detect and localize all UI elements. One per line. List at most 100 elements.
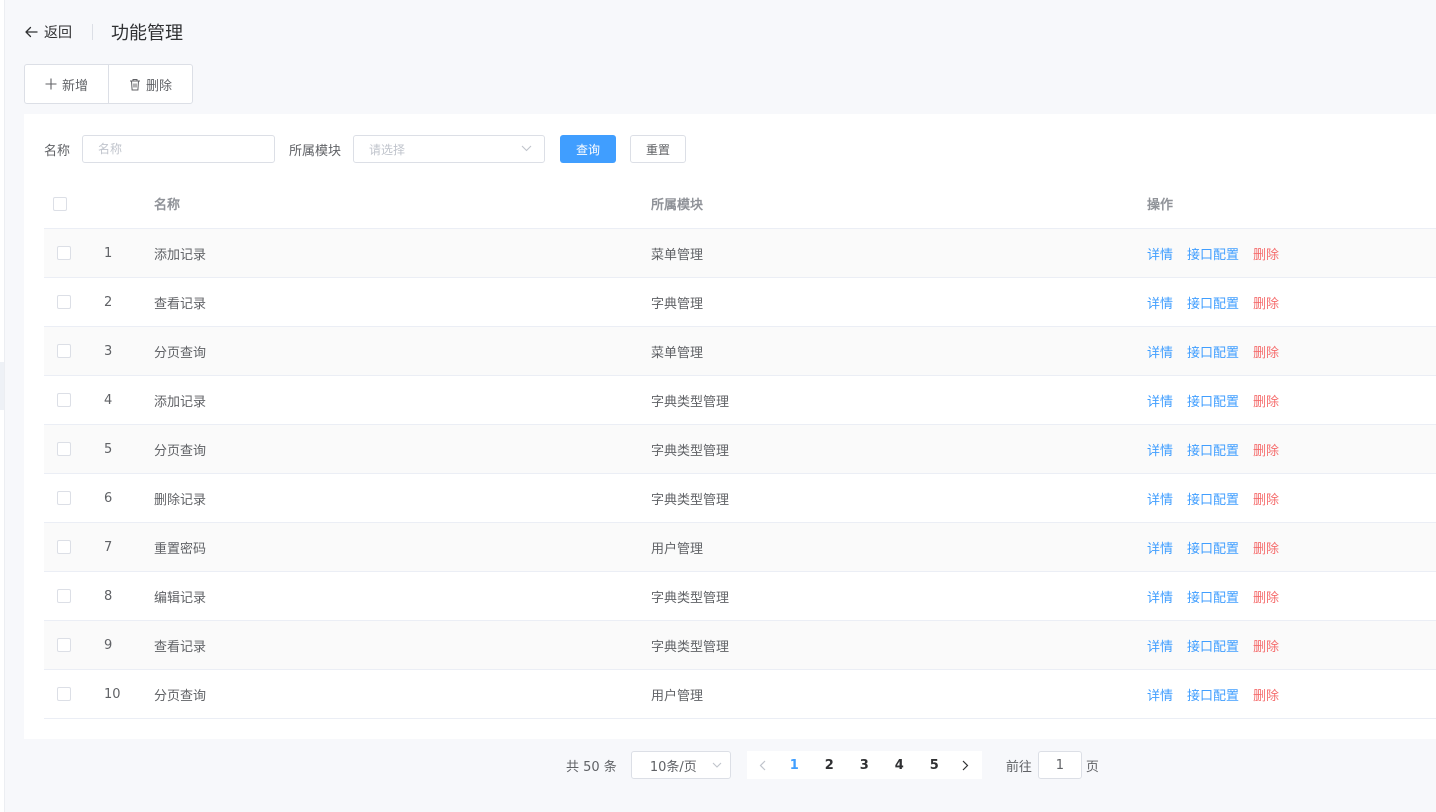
api-config-link[interactable]: 接口配置 — [1187, 685, 1239, 704]
table-row: 6 删除记录 字典类型管理 详情 接口配置 删除 — [44, 474, 1436, 523]
row-checkbox[interactable] — [57, 687, 71, 701]
api-config-link[interactable]: 接口配置 — [1187, 440, 1239, 459]
row-delete-link[interactable]: 删除 — [1253, 538, 1279, 557]
api-config-link[interactable]: 接口配置 — [1187, 293, 1239, 312]
page-number-3[interactable]: 3 — [847, 751, 882, 779]
row-delete-link[interactable]: 删除 — [1253, 391, 1279, 410]
back-button[interactable]: 返回 — [24, 22, 72, 42]
detail-link[interactable]: 详情 — [1147, 636, 1173, 655]
page-size-value: 10条/页 — [649, 759, 697, 775]
api-config-link[interactable]: 接口配置 — [1187, 489, 1239, 508]
module-select-placeholder: 请选择 — [369, 142, 406, 157]
row-name: 分页查询 — [154, 443, 207, 459]
row-actions: 详情 接口配置 删除 — [1147, 523, 1279, 571]
row-actions: 详情 接口配置 删除 — [1147, 572, 1279, 620]
detail-link[interactable]: 详情 — [1147, 685, 1173, 704]
row-name: 查看记录 — [154, 296, 207, 312]
reset-button[interactable]: 重置 — [630, 135, 687, 163]
table-row: 7 重置密码 用户管理 详情 接口配置 删除 — [44, 523, 1436, 572]
api-config-link[interactable]: 接口配置 — [1187, 244, 1239, 263]
row-delete-link[interactable]: 删除 — [1253, 342, 1279, 361]
next-page-button[interactable] — [952, 751, 980, 779]
page-number-2[interactable]: 2 — [812, 751, 847, 779]
detail-link[interactable]: 详情 — [1147, 587, 1173, 606]
row-checkbox-cell — [57, 278, 71, 326]
detail-link[interactable]: 详情 — [1147, 538, 1173, 557]
row-delete-link[interactable]: 删除 — [1253, 440, 1279, 459]
row-delete-link[interactable]: 删除 — [1253, 636, 1279, 655]
goto-page-input[interactable] — [1037, 751, 1082, 779]
row-checkbox[interactable] — [57, 638, 71, 652]
row-checkbox[interactable] — [57, 393, 71, 407]
detail-link[interactable]: 详情 — [1147, 342, 1173, 361]
row-delete-link[interactable]: 删除 — [1253, 587, 1279, 606]
row-index: 7 — [104, 539, 113, 555]
page-header: 返回 功能管理 — [24, 18, 183, 46]
delete-label: 删除 — [146, 78, 173, 94]
row-name: 分页查询 — [154, 688, 207, 704]
row-actions: 详情 接口配置 删除 — [1147, 376, 1279, 424]
page-number-5[interactable]: 5 — [917, 751, 952, 779]
row-module: 用户管理 — [651, 688, 704, 704]
chevron-left-icon — [759, 760, 766, 770]
detail-link[interactable]: 详情 — [1147, 293, 1173, 312]
row-actions: 详情 接口配置 删除 — [1147, 229, 1279, 277]
prev-page-button[interactable] — [749, 751, 777, 779]
api-config-link[interactable]: 接口配置 — [1187, 538, 1239, 557]
row-actions: 详情 接口配置 删除 — [1147, 621, 1279, 669]
row-actions: 详情 接口配置 删除 — [1147, 327, 1279, 375]
page-number-4[interactable]: 4 — [882, 751, 917, 779]
row-checkbox-cell — [57, 229, 71, 277]
pagination: 共 50 条 10条/页 12345 前往 页 — [566, 751, 1099, 779]
row-module: 字典类型管理 — [651, 394, 730, 410]
row-checkbox[interactable] — [57, 442, 71, 456]
trash-icon — [130, 78, 141, 90]
page-size-select[interactable]: 10条/页 — [630, 751, 731, 779]
api-config-link[interactable]: 接口配置 — [1187, 342, 1239, 361]
row-checkbox[interactable] — [57, 344, 71, 358]
toolbar: 新增 删除 — [24, 64, 194, 104]
table-row: 2 查看记录 字典管理 详情 接口配置 删除 — [44, 278, 1436, 327]
module-filter-select[interactable]: 请选择 — [353, 135, 546, 163]
batch-delete-button[interactable]: 删除 — [108, 65, 192, 103]
add-button[interactable]: 新增 — [25, 65, 108, 103]
detail-link[interactable]: 详情 — [1147, 391, 1173, 410]
row-index: 3 — [104, 343, 113, 359]
back-label: 返回 — [44, 25, 72, 41]
total-count: 共 50 条 — [566, 759, 617, 775]
plus-icon — [45, 78, 57, 90]
row-delete-link[interactable]: 删除 — [1253, 685, 1279, 704]
row-checkbox-cell — [57, 621, 71, 669]
header-ops: 操作 — [1147, 198, 1174, 213]
row-checkbox[interactable] — [57, 491, 71, 505]
row-checkbox-cell — [57, 523, 71, 571]
detail-link[interactable]: 详情 — [1147, 440, 1173, 459]
page-list: 12345 — [746, 751, 982, 779]
side-strip — [0, 0, 5, 812]
row-delete-link[interactable]: 删除 — [1253, 293, 1279, 312]
table-row: 5 分页查询 字典类型管理 详情 接口配置 删除 — [44, 425, 1436, 474]
api-config-link[interactable]: 接口配置 — [1187, 636, 1239, 655]
row-checkbox-cell — [57, 474, 71, 522]
search-button[interactable]: 查询 — [560, 135, 617, 163]
table-row: 4 添加记录 字典类型管理 详情 接口配置 删除 — [44, 376, 1436, 425]
row-checkbox[interactable] — [57, 589, 71, 603]
function-table: 名称 所属模块 操作 1 添加记录 菜单管理 详情 接口配置 删除 2 查看记录 字典管理 详情接… — [44, 179, 1436, 719]
api-config-link[interactable]: 接口配置 — [1187, 391, 1239, 410]
name-filter-input[interactable] — [82, 135, 276, 163]
page-number-1[interactable]: 1 — [777, 751, 812, 779]
row-checkbox[interactable] — [57, 295, 71, 309]
row-delete-link[interactable]: 删除 — [1253, 244, 1279, 263]
row-module: 字典类型管理 — [651, 443, 730, 459]
chevron-right-icon — [962, 760, 969, 770]
detail-link[interactable]: 详情 — [1147, 489, 1173, 508]
filter-bar: 名称 所属模块 请选择 查询 重置 — [44, 135, 687, 163]
select-all-checkbox[interactable] — [53, 196, 67, 211]
api-config-link[interactable]: 接口配置 — [1187, 587, 1239, 606]
row-module: 菜单管理 — [651, 247, 704, 263]
table-row: 1 添加记录 菜单管理 详情 接口配置 删除 — [44, 229, 1436, 278]
row-delete-link[interactable]: 删除 — [1253, 489, 1279, 508]
row-checkbox[interactable] — [57, 540, 71, 554]
detail-link[interactable]: 详情 — [1147, 244, 1173, 263]
row-checkbox[interactable] — [57, 246, 71, 260]
